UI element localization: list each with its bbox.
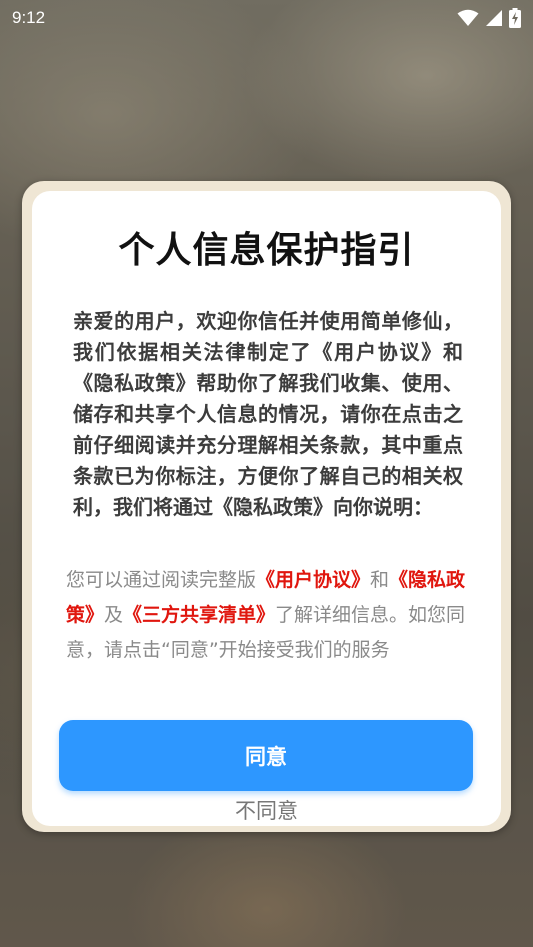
status-time: 9:12 xyxy=(12,8,46,27)
agree-button[interactable]: 同意 xyxy=(59,720,473,791)
disagree-button[interactable]: 不同意 xyxy=(32,796,501,826)
privacy-dialog-frame: 个人信息保护指引 亲爱的用户，欢迎你信任并使用简单修仙，我们依据相关法律制定了《… xyxy=(22,181,511,832)
wifi-icon xyxy=(457,9,479,27)
dialog-title: 个人信息保护指引 xyxy=(118,230,415,271)
hint-and: 和 xyxy=(370,569,390,591)
hint-prefix: 您可以通过阅读完整版 xyxy=(66,569,257,591)
status-bar: 9:12 xyxy=(0,0,533,36)
dialog-hint: 您可以通过阅读完整版《用户协议》和《隐私政策》及《三方共享清单》了解详细信息。如… xyxy=(66,563,466,668)
hint-and2: 及 xyxy=(104,604,124,626)
user-agreement-link[interactable]: 《用户协议》 xyxy=(256,569,370,591)
third-party-list-link[interactable]: 《三方共享清单》 xyxy=(123,604,275,626)
battery-charging-icon xyxy=(509,8,521,28)
status-icons xyxy=(457,8,521,28)
privacy-dialog: 个人信息保护指引 亲爱的用户，欢迎你信任并使用简单修仙，我们依据相关法律制定了《… xyxy=(32,191,501,826)
signal-icon xyxy=(485,9,503,27)
dialog-body-text: 亲爱的用户，欢迎你信任并使用简单修仙，我们依据相关法律制定了《用户协议》和《隐私… xyxy=(73,309,463,519)
